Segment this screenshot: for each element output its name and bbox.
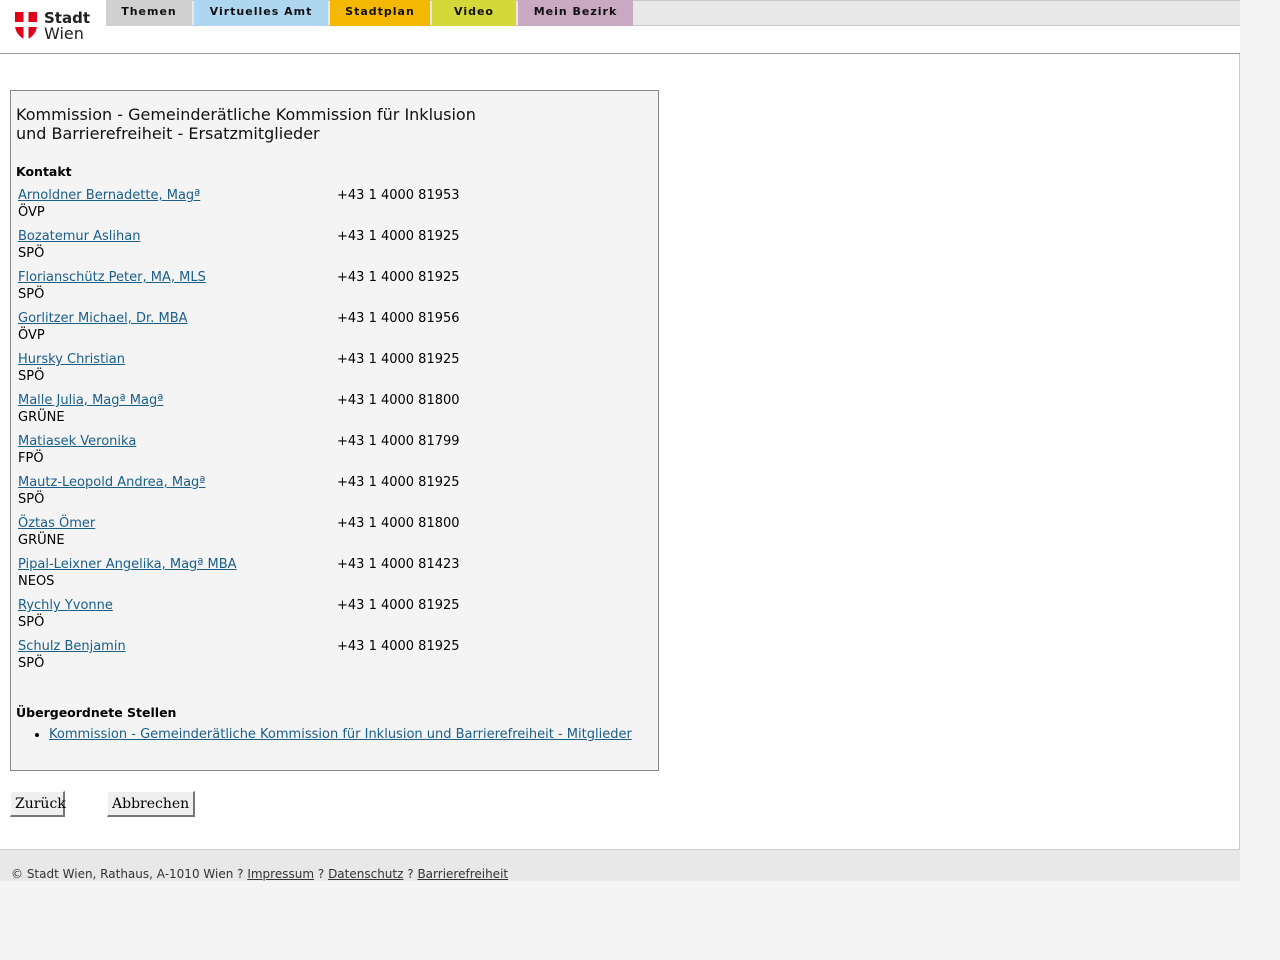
page: Stadt Wien Themen Virtuelles Amt Stadtpl… xyxy=(0,0,1240,881)
contact-name-link[interactable]: Malle Julia, Magª Magª xyxy=(18,393,163,408)
contact-row: Mautz-Leopold Andrea, Magª SPÖ +43 1 4000 … xyxy=(18,475,638,516)
tab-stadtplan[interactable]: Stadtplan xyxy=(330,0,430,26)
page-title: Kommission - Gemeinderätliche Kommission… xyxy=(16,105,476,143)
contact-row: Florianschütz Peter, MA, MLS SPÖ +43 1 400… xyxy=(18,270,638,311)
contact-row: Hursky Christian SPÖ +43 1 4000 81925 xyxy=(18,352,638,393)
contact-party: SPÖ xyxy=(18,615,45,630)
site-footer: © Stadt Wien, Rathaus, A-1010 Wien ? Imp… xyxy=(0,849,1240,881)
contact-phone: +43 1 4000 81925 xyxy=(337,598,460,613)
contact-party: SPÖ xyxy=(18,369,45,384)
contact-party: SPÖ xyxy=(18,492,45,507)
contact-name-link[interactable]: Schulz Benjamin xyxy=(18,639,126,654)
contact-row: Gorlitzer Michael, Dr. MBA ÖVP +43 1 4000 … xyxy=(18,311,638,352)
contact-party: ÖVP xyxy=(18,205,45,220)
contact-phone: +43 1 4000 81956 xyxy=(337,311,460,326)
contact-row: Arnoldner Bernadette, Magª ÖVP +43 1 4000 … xyxy=(18,188,638,229)
contact-phone: +43 1 4000 81800 xyxy=(337,393,460,408)
contact-party: GRÜNE xyxy=(18,410,65,425)
contact-phone: +43 1 4000 81925 xyxy=(337,352,460,367)
contact-party: SPÖ xyxy=(18,656,45,671)
contact-phone: +43 1 4000 81925 xyxy=(337,639,460,654)
contact-phone: +43 1 4000 81925 xyxy=(337,270,460,285)
contact-phone: +43 1 4000 81800 xyxy=(337,516,460,531)
contact-name-link[interactable]: Arnoldner Bernadette, Magª xyxy=(18,188,200,203)
footer-link-barrierefreiheit[interactable]: Barrierefreiheit xyxy=(417,867,508,881)
contact-phone: +43 1 4000 81423 xyxy=(337,557,460,572)
footer-link-impressum[interactable]: Impressum xyxy=(247,867,314,881)
logo-line-2: Wien xyxy=(44,24,84,43)
parent-list: Kommission - Gemeinderätliche Kommission… xyxy=(33,727,632,742)
footer-link-datenschutz[interactable]: Datenschutz xyxy=(328,867,403,881)
footer-separator: ? xyxy=(317,867,325,881)
tab-mein-bezirk[interactable]: Mein Bezirk xyxy=(518,0,633,26)
contact-phone: +43 1 4000 81799 xyxy=(337,434,460,449)
contact-phone: +43 1 4000 81953 xyxy=(337,188,460,203)
contact-phone: +43 1 4000 81925 xyxy=(337,475,460,490)
footer-separator: ? xyxy=(407,867,414,881)
contact-row: Bozatemur Aslihan SPÖ +43 1 4000 81925 xyxy=(18,229,638,270)
contact-party: GRÜNE xyxy=(18,533,65,548)
contact-party: NEOS xyxy=(18,574,55,589)
commission-panel: Kommission - Gemeinderätliche Kommission… xyxy=(10,90,659,771)
contact-list: Arnoldner Bernadette, Magª ÖVP +43 1 4000 … xyxy=(18,188,638,680)
cancel-button[interactable]: Abbrechen xyxy=(107,791,195,817)
footer-copyright: © Stadt Wien, Rathaus, A-1010 Wien ? xyxy=(11,867,244,881)
contact-phone: +43 1 4000 81925 xyxy=(337,229,460,244)
contact-row: Öztas Ömer GRÜNE +43 1 4000 81800 xyxy=(18,516,638,557)
parent-heading: Übergeordnete Stellen xyxy=(16,705,177,720)
contact-row: Rychly Yvonne SPÖ +43 1 4000 81925 xyxy=(18,598,638,639)
logo-text: Stadt Wien xyxy=(44,10,90,42)
contact-name-link[interactable]: Bozatemur Aslihan xyxy=(18,229,140,244)
contact-row: Matiasek Veronika FPÖ +43 1 4000 81799 xyxy=(18,434,638,475)
contact-party: FPÖ xyxy=(18,451,44,466)
contact-name-link[interactable]: Mautz-Leopold Andrea, Magª xyxy=(18,475,205,490)
contact-name-link[interactable]: Rychly Yvonne xyxy=(18,598,113,613)
contact-name-link[interactable]: Matiasek Veronika xyxy=(18,434,136,449)
contact-name-link[interactable]: Florianschütz Peter, MA, MLS xyxy=(18,270,206,285)
contact-name-link[interactable]: Gorlitzer Michael, Dr. MBA xyxy=(18,311,188,326)
contact-row: Pipal-Leixner Angelika, Magª MBA NEOS +43 … xyxy=(18,557,638,598)
contact-heading: Kontakt xyxy=(16,164,72,179)
parent-link[interactable]: Kommission - Gemeinderätliche Kommission… xyxy=(49,727,632,742)
contact-party: SPÖ xyxy=(18,287,45,302)
contact-name-link[interactable]: Pipal-Leixner Angelika, Magª MBA xyxy=(18,557,237,572)
wien-shield-icon xyxy=(15,12,37,40)
parent-list-item: Kommission - Gemeinderätliche Kommission… xyxy=(49,727,632,742)
back-button[interactable]: Zurück xyxy=(10,791,66,817)
contact-name-link[interactable]: Hursky Christian xyxy=(18,352,125,367)
tab-virtuelles-amt[interactable]: Virtuelles Amt xyxy=(194,0,328,26)
contact-row: Malle Julia, Magª Magª GRÜNE +43 1 4000 81… xyxy=(18,393,638,434)
tab-themen[interactable]: Themen xyxy=(106,0,192,26)
stadt-wien-logo[interactable]: Stadt Wien xyxy=(14,8,104,44)
site-header: Stadt Wien Themen Virtuelles Amt Stadtpl… xyxy=(0,0,1240,54)
tab-video[interactable]: Video xyxy=(432,0,516,26)
contact-row: Schulz Benjamin SPÖ +43 1 4000 81925 xyxy=(18,639,638,680)
contact-party: SPÖ xyxy=(18,246,45,261)
contact-party: ÖVP xyxy=(18,328,45,343)
contact-name-link[interactable]: Öztas Ömer xyxy=(18,516,95,531)
